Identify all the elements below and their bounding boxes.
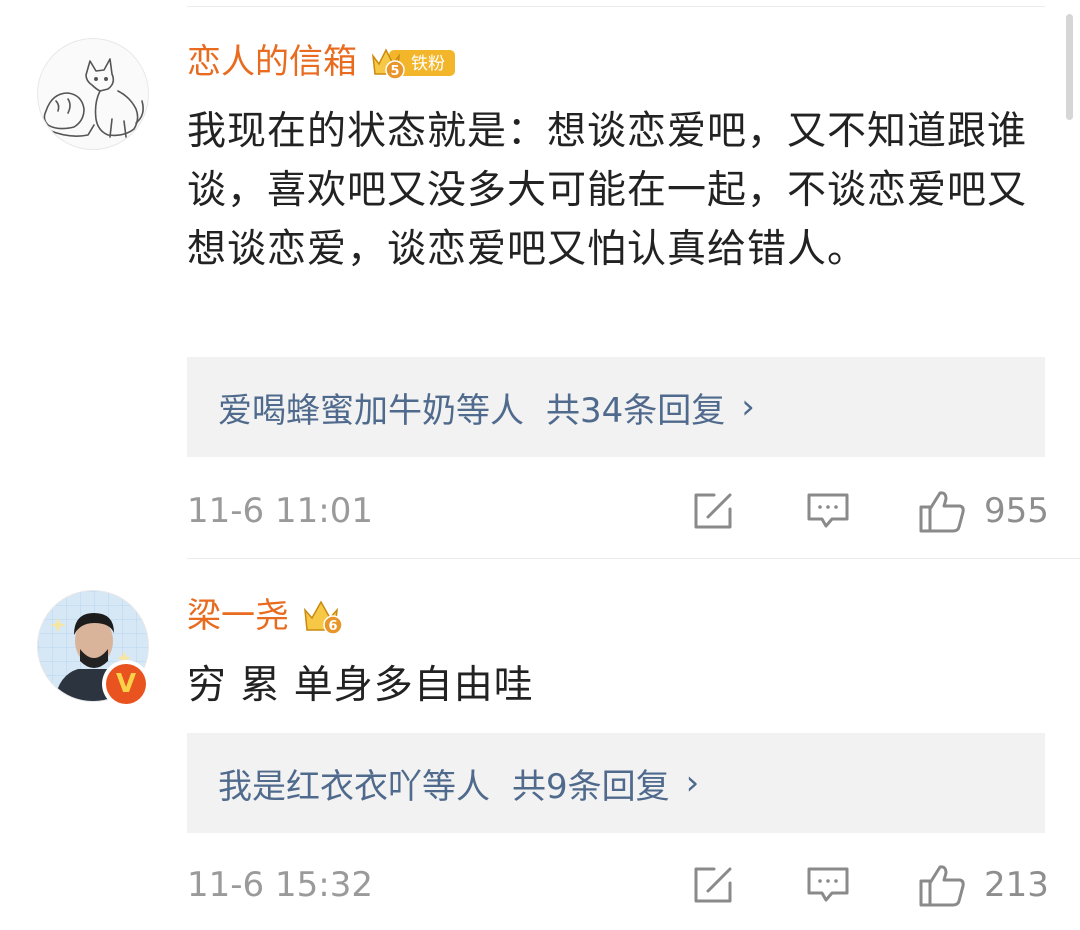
comment-bubble-icon — [807, 867, 849, 902]
timestamp: 11-6 15:32 — [187, 865, 373, 905]
chevron-right-icon: › — [741, 387, 755, 427]
top-divider — [187, 6, 1045, 7]
reply-users: 我是红衣衣吖等人 — [218, 766, 490, 807]
fan-badge[interactable]: 5 铁粉 — [369, 42, 457, 82]
like-count: 213 — [984, 865, 1049, 905]
comment-button[interactable] — [806, 491, 850, 531]
reply-summary-link[interactable]: 我是红衣衣吖等人 共9条回复 › — [187, 733, 1045, 833]
reply-count: 共9条回复 — [512, 766, 670, 807]
badge-level: 6 — [328, 619, 337, 634]
chevron-right-icon: › — [685, 763, 700, 803]
comment-meta: 11-6 15:32 213 — [187, 860, 1049, 910]
reply-count: 共34条回复 — [546, 390, 726, 431]
comment-meta: 11-6 11:01 955 — [187, 486, 1049, 536]
like-count: 955 — [984, 491, 1049, 531]
edit-icon — [694, 867, 732, 903]
badge-level: 5 — [390, 64, 399, 79]
comment-bubble-icon — [807, 493, 849, 528]
fan-badge[interactable]: 6 — [301, 596, 345, 636]
crown-fan-badge-icon: 5 铁粉 — [371, 48, 455, 80]
comment-text: 我现在的状态就是：想谈恋爱吧，又不知道跟谁谈，喜欢吧又没多大可能在一起，不谈恋爱… — [187, 109, 1028, 272]
like-button[interactable]: 213 — [918, 863, 1049, 907]
timestamp: 11-6 11:01 — [187, 491, 373, 531]
comment-text: 穷 累 单身多自由哇 — [187, 663, 534, 708]
crown-badge-icon: 6 — [304, 600, 343, 635]
repost-button[interactable] — [692, 865, 736, 905]
comment-button[interactable] — [806, 865, 850, 905]
reply-summary-link[interactable]: 爱喝蜂蜜加牛奶等人 共34条回复 › — [187, 357, 1045, 457]
scrollbar[interactable] — [1066, 14, 1073, 120]
thumbs-up-icon — [919, 865, 965, 907]
avatar[interactable] — [37, 38, 149, 150]
badge-label: 铁粉 — [411, 54, 445, 74]
username[interactable]: 恋人的信箱 — [187, 42, 357, 82]
reply-users: 爱喝蜂蜜加牛奶等人 — [218, 390, 524, 431]
thumbs-up-icon — [919, 491, 965, 533]
like-button[interactable]: 955 — [918, 489, 1049, 533]
cat-sketch-icon — [43, 58, 144, 138]
edit-icon — [694, 493, 732, 529]
verified-v-icon: V — [106, 664, 146, 704]
username[interactable]: 梁一尧 — [187, 596, 289, 636]
verified-badge: V — [102, 660, 150, 708]
repost-button[interactable] — [692, 491, 736, 531]
comment-divider — [187, 558, 1080, 559]
